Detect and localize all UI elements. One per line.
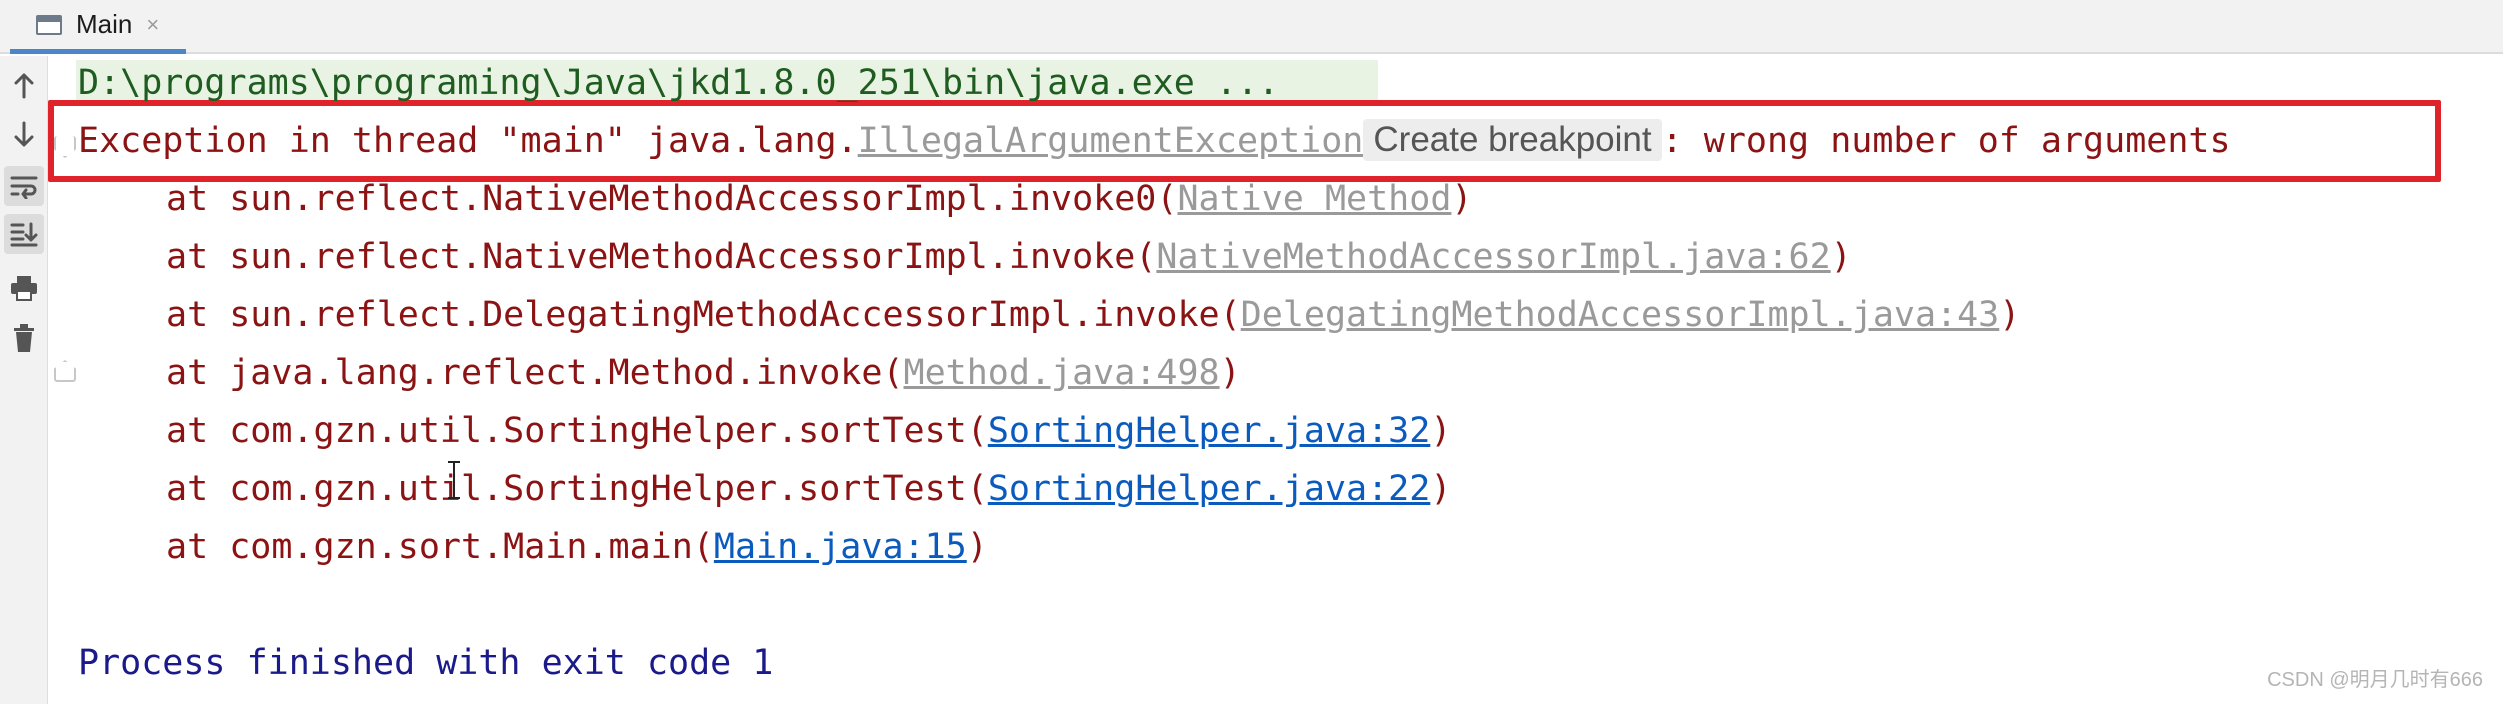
exception-line: Exception in thread "main" java.lang.Ill… <box>78 119 2231 163</box>
fold-end-icon[interactable] <box>54 360 76 382</box>
exception-prefix: Exception in thread "main" java.lang. <box>78 121 858 161</box>
down-arrow-icon[interactable] <box>4 114 44 154</box>
stack-frame-suffix: ) <box>966 527 988 567</box>
stack-frame-suffix: ) <box>1830 237 1852 277</box>
console-output: D:\programs\programing\Java\jkd1.8.0_251… <box>48 56 2503 704</box>
tab-main[interactable]: Main × <box>10 0 186 54</box>
scroll-to-end-icon[interactable] <box>4 214 44 254</box>
stack-frame-link[interactable]: NativeMethodAccessorImpl.java:62 <box>1156 237 1830 277</box>
stack-frame: at sun.reflect.NativeMethodAccessorImpl.… <box>166 177 1472 221</box>
stack-frame-text: at com.gzn.sort.Main.main( <box>166 527 714 567</box>
close-icon[interactable]: × <box>146 12 159 38</box>
console-toolbar <box>0 56 48 704</box>
tab-bar: Main × <box>0 0 2503 54</box>
window-icon <box>36 14 62 35</box>
stack-frame-link[interactable]: Main.java:15 <box>714 527 967 567</box>
tab-label: Main <box>76 9 133 39</box>
stack-frame-text: at sun.reflect.NativeMethodAccessorImpl.… <box>166 237 1157 277</box>
stack-frame-suffix: ) <box>1430 469 1452 509</box>
stack-frame: at java.lang.reflect.Method.invoke(Metho… <box>166 351 1241 395</box>
stack-frame: at com.gzn.util.SortingHelper.sortTest(S… <box>166 467 1451 511</box>
stack-frame-suffix: ) <box>1219 353 1241 393</box>
up-arrow-icon[interactable] <box>4 66 44 106</box>
command-line: D:\programs\programing\Java\jkd1.8.0_251… <box>78 63 1280 103</box>
stack-frame-link[interactable]: Native Method <box>1177 179 1451 219</box>
watermark: CSDN @明月几时有666 <box>2267 669 2483 691</box>
stack-frame-text: at sun.reflect.NativeMethodAccessorImpl.… <box>166 179 1178 219</box>
stack-frame-suffix: ) <box>1999 295 2021 335</box>
stack-frame-link[interactable]: SortingHelper.java:22 <box>988 469 1431 509</box>
stack-frame-text: at java.lang.reflect.Method.invoke( <box>166 353 904 393</box>
trash-icon[interactable] <box>4 318 44 358</box>
exception-class-link[interactable]: IllegalArgumentException <box>858 121 1364 161</box>
stack-frame: at com.gzn.util.SortingHelper.sortTest(S… <box>166 409 1451 453</box>
stack-frame-suffix: ) <box>1451 179 1473 219</box>
text-cursor-icon <box>448 461 460 499</box>
print-icon[interactable] <box>4 268 44 308</box>
stack-frame-suffix: ) <box>1430 411 1452 451</box>
stack-frame-text: at com.gzn.util.SortingHelper.sortTest( <box>166 469 988 509</box>
stack-frame-link[interactable]: SortingHelper.java:32 <box>988 411 1431 451</box>
stack-frame: at sun.reflect.DelegatingMethodAccessorI… <box>166 293 2020 337</box>
stack-frame-text: at sun.reflect.DelegatingMethodAccessorI… <box>166 295 1241 335</box>
soft-wrap-icon[interactable] <box>4 166 44 206</box>
create-breakpoint-button[interactable]: Create breakpoint <box>1363 119 1662 161</box>
stack-frame-link[interactable]: DelegatingMethodAccessorImpl.java:43 <box>1241 295 2000 335</box>
exception-message: : wrong number of arguments <box>1661 121 2231 161</box>
stack-frame-text: at com.gzn.util.SortingHelper.sortTest( <box>166 411 988 451</box>
stack-frame: at com.gzn.sort.Main.main(Main.java:15) <box>166 525 988 569</box>
process-finished-line: Process finished with exit code 1 <box>78 643 774 683</box>
stack-frame-link[interactable]: Method.java:498 <box>904 353 1220 393</box>
stack-frame: at sun.reflect.NativeMethodAccessorImpl.… <box>166 235 1852 279</box>
